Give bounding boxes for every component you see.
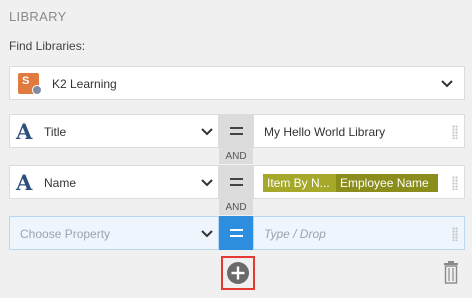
equals-icon <box>229 229 243 237</box>
property-select[interactable]: Choose Property <box>9 216 219 250</box>
and-joiner: AND <box>219 199 253 215</box>
chevron-down-icon[interactable] <box>201 126 213 138</box>
operator-button[interactable] <box>219 114 253 148</box>
equals-icon <box>229 178 243 186</box>
property-select[interactable]: A Name <box>9 165 219 199</box>
plus-circle-icon <box>227 262 249 284</box>
chevron-down-icon[interactable] <box>201 228 213 240</box>
value-placeholder: Type / Drop <box>264 227 326 241</box>
section-title: LIBRARY <box>9 9 67 24</box>
value-field[interactable]: My Hello World Library <box>253 114 465 148</box>
property-select[interactable]: A Title <box>9 114 219 148</box>
drag-handle-icon[interactable] <box>452 227 458 241</box>
text-type-icon: A <box>16 170 33 195</box>
operator-button[interactable] <box>219 216 253 250</box>
drag-handle-icon[interactable] <box>452 176 458 190</box>
text-type-icon: A <box>16 119 33 144</box>
drag-handle-icon[interactable] <box>452 125 458 139</box>
property-label: Title <box>44 125 67 139</box>
value-field[interactable]: Type / Drop <box>253 216 465 250</box>
value-chip[interactable]: Item By N... <box>263 174 336 192</box>
value-field[interactable]: Item By N... Employee Name <box>253 165 465 199</box>
property-placeholder: Choose Property <box>20 227 111 241</box>
library-icon: S <box>18 73 42 95</box>
chevron-down-icon[interactable] <box>441 78 453 90</box>
chevron-down-icon[interactable] <box>201 177 213 189</box>
library-name: K2 Learning <box>52 77 117 91</box>
value-chip[interactable]: Employee Name <box>336 174 438 192</box>
operator-button[interactable] <box>219 165 253 199</box>
library-select[interactable]: S K2 Learning <box>9 66 465 100</box>
property-label: Name <box>44 176 77 190</box>
trash-icon[interactable] <box>443 260 459 284</box>
value-text: My Hello World Library <box>264 125 386 139</box>
and-joiner: AND <box>219 148 253 164</box>
add-condition-button[interactable] <box>221 256 255 290</box>
equals-icon <box>229 127 243 135</box>
find-libraries-label: Find Libraries: <box>9 39 86 53</box>
